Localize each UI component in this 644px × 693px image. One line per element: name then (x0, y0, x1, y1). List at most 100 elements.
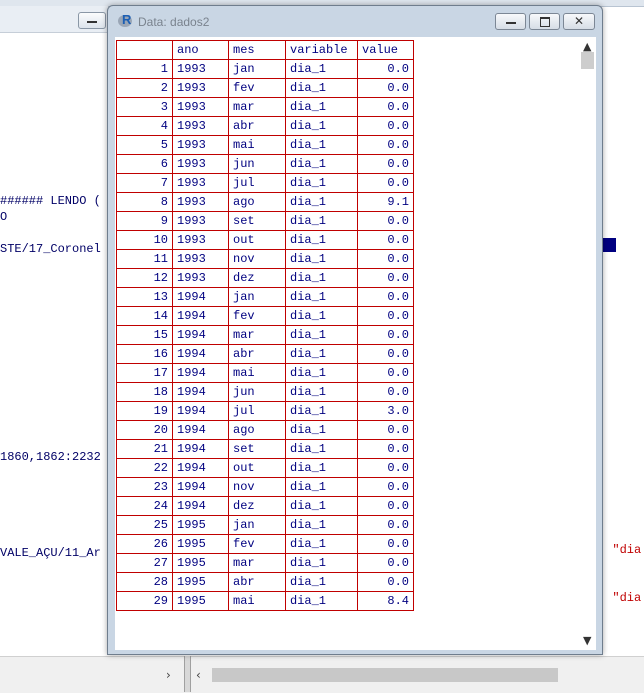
cell-variable[interactable]: dia_1 (285, 135, 358, 155)
cell-ano[interactable]: 1993 (172, 249, 229, 269)
cell-ano[interactable]: 1994 (172, 401, 229, 421)
cell-mes[interactable]: set (228, 211, 286, 231)
cell-ano[interactable]: 1994 (172, 458, 229, 478)
cell-mes[interactable]: fev (228, 78, 286, 98)
cell-value[interactable]: 0.0 (357, 420, 414, 440)
cell-mes[interactable]: jun (228, 382, 286, 402)
cell-value[interactable]: 0.0 (357, 249, 414, 269)
cell-variable[interactable]: dia_1 (285, 591, 358, 611)
cell-value[interactable]: 0.0 (357, 458, 414, 478)
cell-ano[interactable]: 1994 (172, 439, 229, 459)
cell-variable[interactable]: dia_1 (285, 78, 358, 98)
cell-variable[interactable]: dia_1 (285, 306, 358, 326)
cell-variable[interactable]: dia_1 (285, 458, 358, 478)
cell-ano[interactable]: 1994 (172, 477, 229, 497)
cell-mes[interactable]: mar (228, 97, 286, 117)
cell-mes[interactable]: mai (228, 591, 286, 611)
console-minimize-button[interactable] (78, 12, 106, 29)
cell-ano[interactable]: 1993 (172, 230, 229, 250)
cell-value[interactable]: 0.0 (357, 287, 414, 307)
cell-value[interactable]: 0.0 (357, 268, 414, 288)
horizontal-scrollbar-thumb[interactable] (212, 668, 558, 682)
minimize-button[interactable] (495, 13, 526, 30)
cell-variable[interactable]: dia_1 (285, 268, 358, 288)
cell-ano[interactable]: 1994 (172, 420, 229, 440)
cell-variable[interactable]: dia_1 (285, 572, 358, 592)
cell-mes[interactable]: fev (228, 306, 286, 326)
row-number[interactable]: 24 (116, 496, 173, 516)
vertical-scrollbar-thumb[interactable] (581, 52, 594, 69)
row-number[interactable]: 27 (116, 553, 173, 573)
cell-value[interactable]: 0.0 (357, 382, 414, 402)
cell-variable[interactable]: dia_1 (285, 401, 358, 421)
cell-ano[interactable]: 1995 (172, 591, 229, 611)
column-header-ano[interactable]: ano (172, 40, 229, 60)
cell-variable[interactable]: dia_1 (285, 59, 358, 79)
cell-ano[interactable]: 1995 (172, 534, 229, 554)
cell-value[interactable]: 0.0 (357, 173, 414, 193)
cell-mes[interactable]: jan (228, 59, 286, 79)
cell-value[interactable]: 0.0 (357, 325, 414, 345)
cell-variable[interactable]: dia_1 (285, 211, 358, 231)
column-header-variable[interactable]: variable (285, 40, 358, 60)
cell-ano[interactable]: 1993 (172, 173, 229, 193)
cell-mes[interactable]: nov (228, 249, 286, 269)
cell-ano[interactable]: 1993 (172, 211, 229, 231)
cell-mes[interactable]: ago (228, 192, 286, 212)
row-number[interactable]: 26 (116, 534, 173, 554)
row-number[interactable]: 14 (116, 306, 173, 326)
row-number[interactable]: 10 (116, 230, 173, 250)
cell-variable[interactable]: dia_1 (285, 534, 358, 554)
row-number[interactable]: 15 (116, 325, 173, 345)
window-titlebar[interactable]: R Data: dados2 ✕ (108, 6, 602, 36)
cell-variable[interactable]: dia_1 (285, 382, 358, 402)
cell-ano[interactable]: 1994 (172, 344, 229, 364)
cell-variable[interactable]: dia_1 (285, 230, 358, 250)
cell-value[interactable]: 0.0 (357, 154, 414, 174)
cell-mes[interactable]: mar (228, 325, 286, 345)
cell-value[interactable]: 0.0 (357, 306, 414, 326)
cell-variable[interactable]: dia_1 (285, 97, 358, 117)
row-number[interactable]: 17 (116, 363, 173, 383)
cell-mes[interactable]: jul (228, 401, 286, 421)
cell-mes[interactable]: mai (228, 135, 286, 155)
cell-mes[interactable]: abr (228, 344, 286, 364)
row-number[interactable]: 7 (116, 173, 173, 193)
cell-ano[interactable]: 1993 (172, 135, 229, 155)
row-number[interactable]: 9 (116, 211, 173, 231)
cell-ano[interactable]: 1993 (172, 192, 229, 212)
cell-ano[interactable]: 1995 (172, 553, 229, 573)
row-number[interactable]: 16 (116, 344, 173, 364)
column-header-value[interactable]: value (357, 40, 414, 60)
cell-variable[interactable]: dia_1 (285, 420, 358, 440)
cell-value[interactable]: 0.0 (357, 135, 414, 155)
cell-mes[interactable]: nov (228, 477, 286, 497)
scroll-left-icon[interactable]: ‹ (196, 668, 201, 682)
row-number[interactable]: 18 (116, 382, 173, 402)
row-number[interactable]: 23 (116, 477, 173, 497)
cell-value[interactable]: 0.0 (357, 496, 414, 516)
cell-variable[interactable]: dia_1 (285, 192, 358, 212)
row-number[interactable]: 2 (116, 78, 173, 98)
close-button[interactable]: ✕ (563, 13, 595, 30)
cell-value[interactable]: 0.0 (357, 116, 414, 136)
row-number[interactable]: 1 (116, 59, 173, 79)
row-number[interactable]: 21 (116, 439, 173, 459)
cell-variable[interactable]: dia_1 (285, 325, 358, 345)
scroll-down-icon[interactable]: ▼ (583, 634, 591, 647)
cell-value[interactable]: 0.0 (357, 230, 414, 250)
cell-value[interactable]: 0.0 (357, 344, 414, 364)
maximize-button[interactable] (529, 13, 560, 30)
cell-mes[interactable]: out (228, 230, 286, 250)
cell-ano[interactable]: 1995 (172, 515, 229, 535)
pane-splitter[interactable] (184, 656, 191, 692)
cell-ano[interactable]: 1994 (172, 496, 229, 516)
row-number[interactable]: 8 (116, 192, 173, 212)
row-number[interactable]: 22 (116, 458, 173, 478)
cell-ano[interactable]: 1993 (172, 59, 229, 79)
scroll-right-icon[interactable]: › (166, 668, 171, 682)
cell-value[interactable]: 0.0 (357, 363, 414, 383)
cell-variable[interactable]: dia_1 (285, 287, 358, 307)
cell-value[interactable]: 3.0 (357, 401, 414, 421)
row-number[interactable]: 3 (116, 97, 173, 117)
